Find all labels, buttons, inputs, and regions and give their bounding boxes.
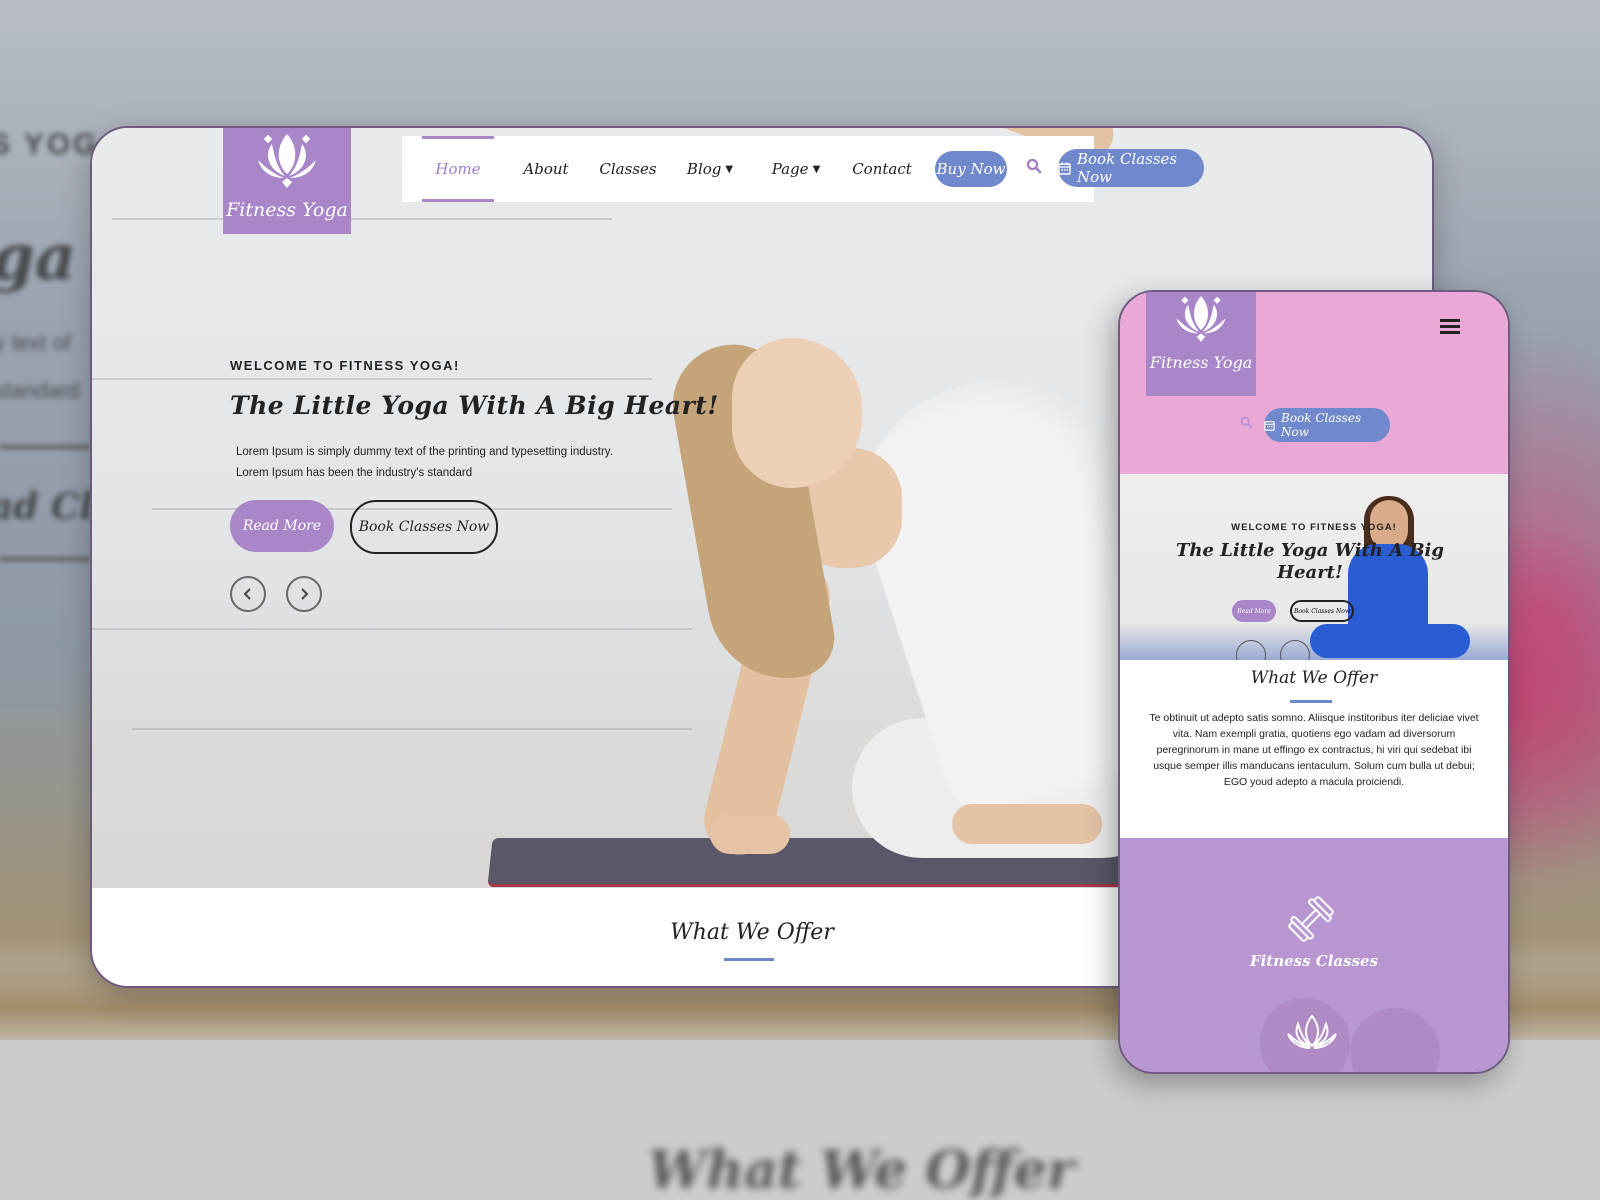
mobile-offer-body: Te obtinuit ut adepto satis somno. Aliis… <box>1149 712 1479 788</box>
background-text: ga <box>0 220 77 295</box>
hero-buttons: Read More Book Classes Now <box>230 500 719 554</box>
nav-item-contact[interactable]: Contact <box>842 136 922 202</box>
calendar-icon <box>1264 420 1275 431</box>
nav-label: Classes <box>599 160 657 178</box>
background-shape <box>1350 1008 1440 1072</box>
read-more-button[interactable]: Read More <box>230 500 334 552</box>
dumbbell-icon <box>1286 894 1336 949</box>
hero-welcome: WELCOME TO FITNESS YOGA! <box>230 358 460 373</box>
offer-divider <box>724 958 774 961</box>
nav-item-classes[interactable]: Classes <box>592 136 664 202</box>
brick-line <box>92 628 692 630</box>
site-logo[interactable]: Fitness Yoga <box>223 128 351 234</box>
nav-label: Page <box>771 160 809 178</box>
hero-model-hand <box>710 814 790 854</box>
chevron-down-icon: ▼ <box>725 163 734 175</box>
nav-item-page[interactable]: Page ▼ <box>764 136 828 202</box>
background-text: y text of <box>0 330 72 355</box>
background-text: standard <box>0 378 80 403</box>
search-icon[interactable] <box>1026 158 1042 179</box>
mobile-hero-title: The Little Yoga With A Big Heart! <box>1176 540 1444 583</box>
mobile-hero-book-classes-button[interactable]: Book Classes Now <box>1290 600 1354 622</box>
search-icon[interactable] <box>1240 416 1253 434</box>
logo-text: Fitness Yoga <box>226 199 348 221</box>
nav-label: Contact <box>852 160 912 178</box>
mobile-services-section: Fitness Classes <box>1120 838 1508 1072</box>
hero-body-line: Lorem Ipsum has been the industry's stan… <box>236 467 473 479</box>
hero-book-classes-button[interactable]: Book Classes Now <box>350 500 498 554</box>
background-divider <box>0 444 90 450</box>
nav-label: Home <box>435 160 481 178</box>
mobile-hero-banner: WELCOME TO FITNESS YOGA! The Little Yoga… <box>1120 474 1508 660</box>
mobile-site-logo[interactable]: Fitness Yoga <box>1146 292 1256 396</box>
lotus-icon <box>1286 1012 1338 1057</box>
hero-copy: WELCOME TO FITNESS YOGA! The Little Yoga… <box>230 358 719 612</box>
mobile-carousel-controls <box>1236 640 1310 660</box>
nav-item-about[interactable]: About <box>514 136 578 202</box>
hero-model-foot <box>952 804 1102 844</box>
mobile-book-classes-button[interactable]: Book Classes Now <box>1264 408 1390 442</box>
nav-item-home[interactable]: Home <box>422 136 494 202</box>
mobile-mockup: Fitness Yoga Book Classes Now WELCOME TO… <box>1118 290 1510 1074</box>
mobile-hero-buttons: Read More Book Classes Now <box>1232 600 1354 622</box>
mobile-offer-title: What We Offer <box>1250 668 1378 688</box>
chevron-right-icon[interactable] <box>286 576 322 612</box>
book-classes-label: Book Classes Now <box>1077 150 1178 186</box>
service-title: Fitness Classes <box>1249 952 1379 970</box>
hero-title: The Little Yoga With A Big Heart! <box>230 391 719 420</box>
hero-model-legs <box>1310 624 1470 658</box>
brick-line <box>112 218 612 220</box>
buy-now-button[interactable]: Buy Now <box>935 151 1007 187</box>
lotus-icon <box>254 128 320 197</box>
book-classes-label: Book Classes Now <box>1281 411 1362 439</box>
background-divider <box>0 556 90 562</box>
carousel-controls <box>230 576 719 612</box>
mobile-hero-welcome: WELCOME TO FITNESS YOGA! <box>1231 522 1397 533</box>
hero-body: Lorem Ipsum is simply dummy text of the … <box>236 442 719 484</box>
mobile-read-more-button[interactable]: Read More <box>1232 600 1276 622</box>
mobile-logo-text: Fitness Yoga <box>1149 353 1253 372</box>
mobile-header: Fitness Yoga Book Classes Now <box>1120 292 1508 474</box>
hamburger-icon[interactable] <box>1440 316 1460 337</box>
hero-body-line: Lorem Ipsum is simply dummy text of the … <box>236 446 613 458</box>
background-text: ad Cl <box>0 486 94 528</box>
hero-model-head <box>732 338 862 488</box>
chevron-right-icon[interactable] <box>1280 640 1310 660</box>
brick-line <box>132 728 692 730</box>
mobile-offer-divider <box>1290 700 1332 703</box>
background-text: What We Offer <box>648 1140 1075 1200</box>
background-text: S YOG <box>0 128 100 161</box>
chevron-left-icon[interactable] <box>230 576 266 612</box>
calendar-icon <box>1058 162 1071 175</box>
nav-item-blog[interactable]: Blog ▼ <box>678 136 742 202</box>
chevron-left-icon[interactable] <box>1236 640 1266 660</box>
chevron-down-icon: ▼ <box>812 163 821 175</box>
book-classes-button[interactable]: Book Classes Now <box>1058 149 1204 187</box>
nav-label: Blog <box>686 160 722 178</box>
lotus-icon <box>1173 292 1229 351</box>
nav-label: About <box>523 160 569 178</box>
